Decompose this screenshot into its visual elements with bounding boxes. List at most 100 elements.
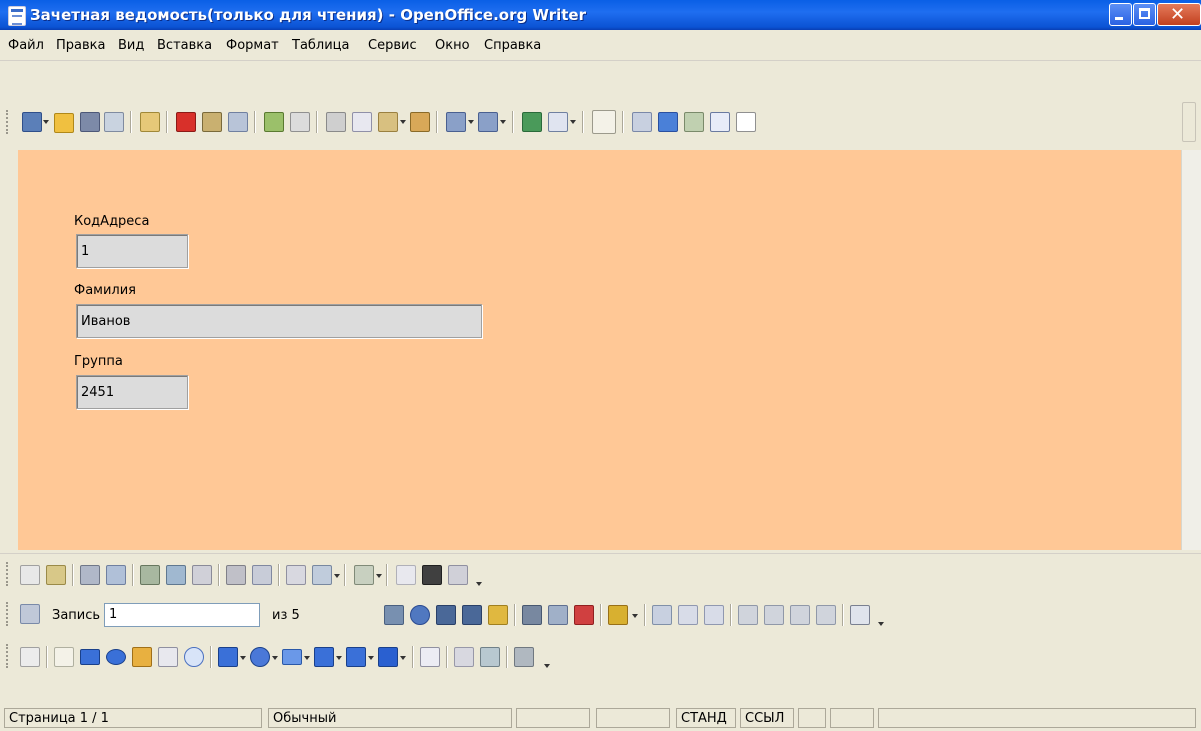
- chevron-down-icon[interactable]: [336, 656, 342, 660]
- chevron-down-icon[interactable]: [570, 120, 576, 124]
- hyperlink-icon[interactable]: [522, 112, 542, 132]
- freeform-line-icon[interactable]: [132, 647, 152, 667]
- status-zoom[interactable]: [596, 708, 670, 728]
- menu-edit[interactable]: Правка: [56, 38, 105, 53]
- select-icon[interactable]: [20, 647, 40, 667]
- sort-icon[interactable]: [652, 605, 672, 625]
- toolbar-overflow-icon[interactable]: [1182, 102, 1196, 142]
- chevron-down-icon[interactable]: [400, 120, 406, 124]
- spellcheck-icon[interactable]: [264, 112, 284, 132]
- find-replace-icon[interactable]: [632, 112, 652, 132]
- delete-record-icon[interactable]: [574, 605, 594, 625]
- close-button[interactable]: ✕: [1157, 3, 1201, 26]
- chevron-down-icon[interactable]: [334, 574, 340, 578]
- navigator-icon[interactable]: [658, 112, 678, 132]
- save-icon[interactable]: [80, 112, 100, 132]
- chevron-down-icon[interactable]: [43, 120, 49, 124]
- menu-help[interactable]: Справка: [484, 38, 541, 53]
- status-modified[interactable]: [798, 708, 826, 728]
- add-field-icon[interactable]: [166, 565, 186, 585]
- chevron-down-icon[interactable]: [544, 664, 550, 668]
- position-size-icon[interactable]: [286, 565, 306, 585]
- status-page[interactable]: Страница 1 / 1: [4, 708, 262, 728]
- menu-tools[interactable]: Сервис: [368, 38, 417, 53]
- reset-filter-icon[interactable]: [816, 605, 836, 625]
- load-url-icon[interactable]: [22, 112, 42, 132]
- points-icon[interactable]: [420, 647, 440, 667]
- display-grid-icon[interactable]: [396, 565, 416, 585]
- autofilter-icon[interactable]: [738, 605, 758, 625]
- alignment-icon[interactable]: [354, 565, 374, 585]
- undo-record-icon[interactable]: [548, 605, 568, 625]
- chevron-down-icon[interactable]: [468, 120, 474, 124]
- chevron-down-icon[interactable]: [632, 614, 638, 618]
- save-record-icon[interactable]: [522, 605, 542, 625]
- previous-record-icon[interactable]: [410, 605, 430, 625]
- standard-filter-icon[interactable]: [790, 605, 810, 625]
- from-file-icon[interactable]: [480, 647, 500, 667]
- sort-ascending-icon[interactable]: [678, 605, 698, 625]
- chevron-down-icon[interactable]: [368, 656, 374, 660]
- menu-format[interactable]: Формат: [226, 38, 279, 53]
- gallery-icon[interactable]: [684, 112, 704, 132]
- status-page-style[interactable]: Обычный: [268, 708, 512, 728]
- page-preview-icon[interactable]: [228, 112, 248, 132]
- format-paintbrush-icon[interactable]: [410, 112, 430, 132]
- autospellcheck-icon[interactable]: [290, 112, 310, 132]
- ellipse-icon[interactable]: [106, 649, 126, 665]
- status-language[interactable]: [516, 708, 590, 728]
- fontwork-gallery-icon[interactable]: [454, 647, 474, 667]
- last-record-icon[interactable]: [462, 605, 482, 625]
- apply-filter-icon[interactable]: [764, 605, 784, 625]
- table-icon[interactable]: [548, 112, 568, 132]
- menu-window[interactable]: Окно: [435, 38, 470, 53]
- toolbar-grip[interactable]: [6, 562, 11, 586]
- open-folder-icon[interactable]: [54, 113, 74, 133]
- export-pdf-icon[interactable]: [176, 112, 196, 132]
- form-properties-icon[interactable]: [106, 565, 126, 585]
- menu-file[interactable]: Файл: [8, 38, 44, 53]
- callouts-icon[interactable]: [184, 647, 204, 667]
- status-selection-mode[interactable]: ССЫЛ: [740, 708, 794, 728]
- show-draw-functions-icon[interactable]: [592, 110, 616, 134]
- redo-icon[interactable]: [478, 112, 498, 132]
- data-sources-icon[interactable]: [710, 112, 730, 132]
- status-signature[interactable]: [830, 708, 874, 728]
- rectangle-icon[interactable]: [80, 649, 100, 665]
- chevron-down-icon[interactable]: [376, 574, 382, 578]
- formatting-marks-icon[interactable]: [736, 112, 756, 132]
- minimize-button[interactable]: [1109, 3, 1132, 26]
- copy-icon[interactable]: [352, 112, 372, 132]
- chevron-down-icon[interactable]: [304, 656, 310, 660]
- menu-view[interactable]: Вид: [118, 38, 144, 53]
- address-code-field[interactable]: 1: [76, 234, 188, 268]
- flowchart-icon[interactable]: [314, 647, 334, 667]
- stars-icon[interactable]: [378, 647, 398, 667]
- maximize-button[interactable]: [1133, 3, 1156, 26]
- text-icon[interactable]: [158, 647, 178, 667]
- surname-field[interactable]: Иванов: [76, 304, 482, 338]
- chevron-down-icon[interactable]: [400, 656, 406, 660]
- refresh-icon[interactable]: [608, 605, 628, 625]
- symbol-shapes-icon[interactable]: [250, 647, 270, 667]
- toolbar-grip[interactable]: [6, 110, 11, 134]
- menu-insert[interactable]: Вставка: [157, 38, 212, 53]
- auto-control-focus-icon[interactable]: [252, 565, 272, 585]
- form-navigator-icon[interactable]: [140, 565, 160, 585]
- mail-document-icon[interactable]: [104, 112, 124, 132]
- snap-to-grid-icon[interactable]: [422, 565, 442, 585]
- design-mode-icon[interactable]: [46, 565, 66, 585]
- chevron-down-icon[interactable]: [272, 656, 278, 660]
- paste-icon[interactable]: [378, 112, 398, 132]
- edit-file-icon[interactable]: [140, 112, 160, 132]
- first-record-icon[interactable]: [384, 605, 404, 625]
- chevron-down-icon[interactable]: [476, 582, 482, 586]
- status-object-info[interactable]: [878, 708, 1196, 728]
- new-record-icon[interactable]: [488, 605, 508, 625]
- anchor-icon[interactable]: [312, 565, 332, 585]
- chevron-down-icon[interactable]: [240, 656, 246, 660]
- toolbar-grip[interactable]: [6, 602, 11, 626]
- group-field[interactable]: 2451: [76, 375, 188, 409]
- helplines-icon[interactable]: [448, 565, 468, 585]
- chevron-down-icon[interactable]: [500, 120, 506, 124]
